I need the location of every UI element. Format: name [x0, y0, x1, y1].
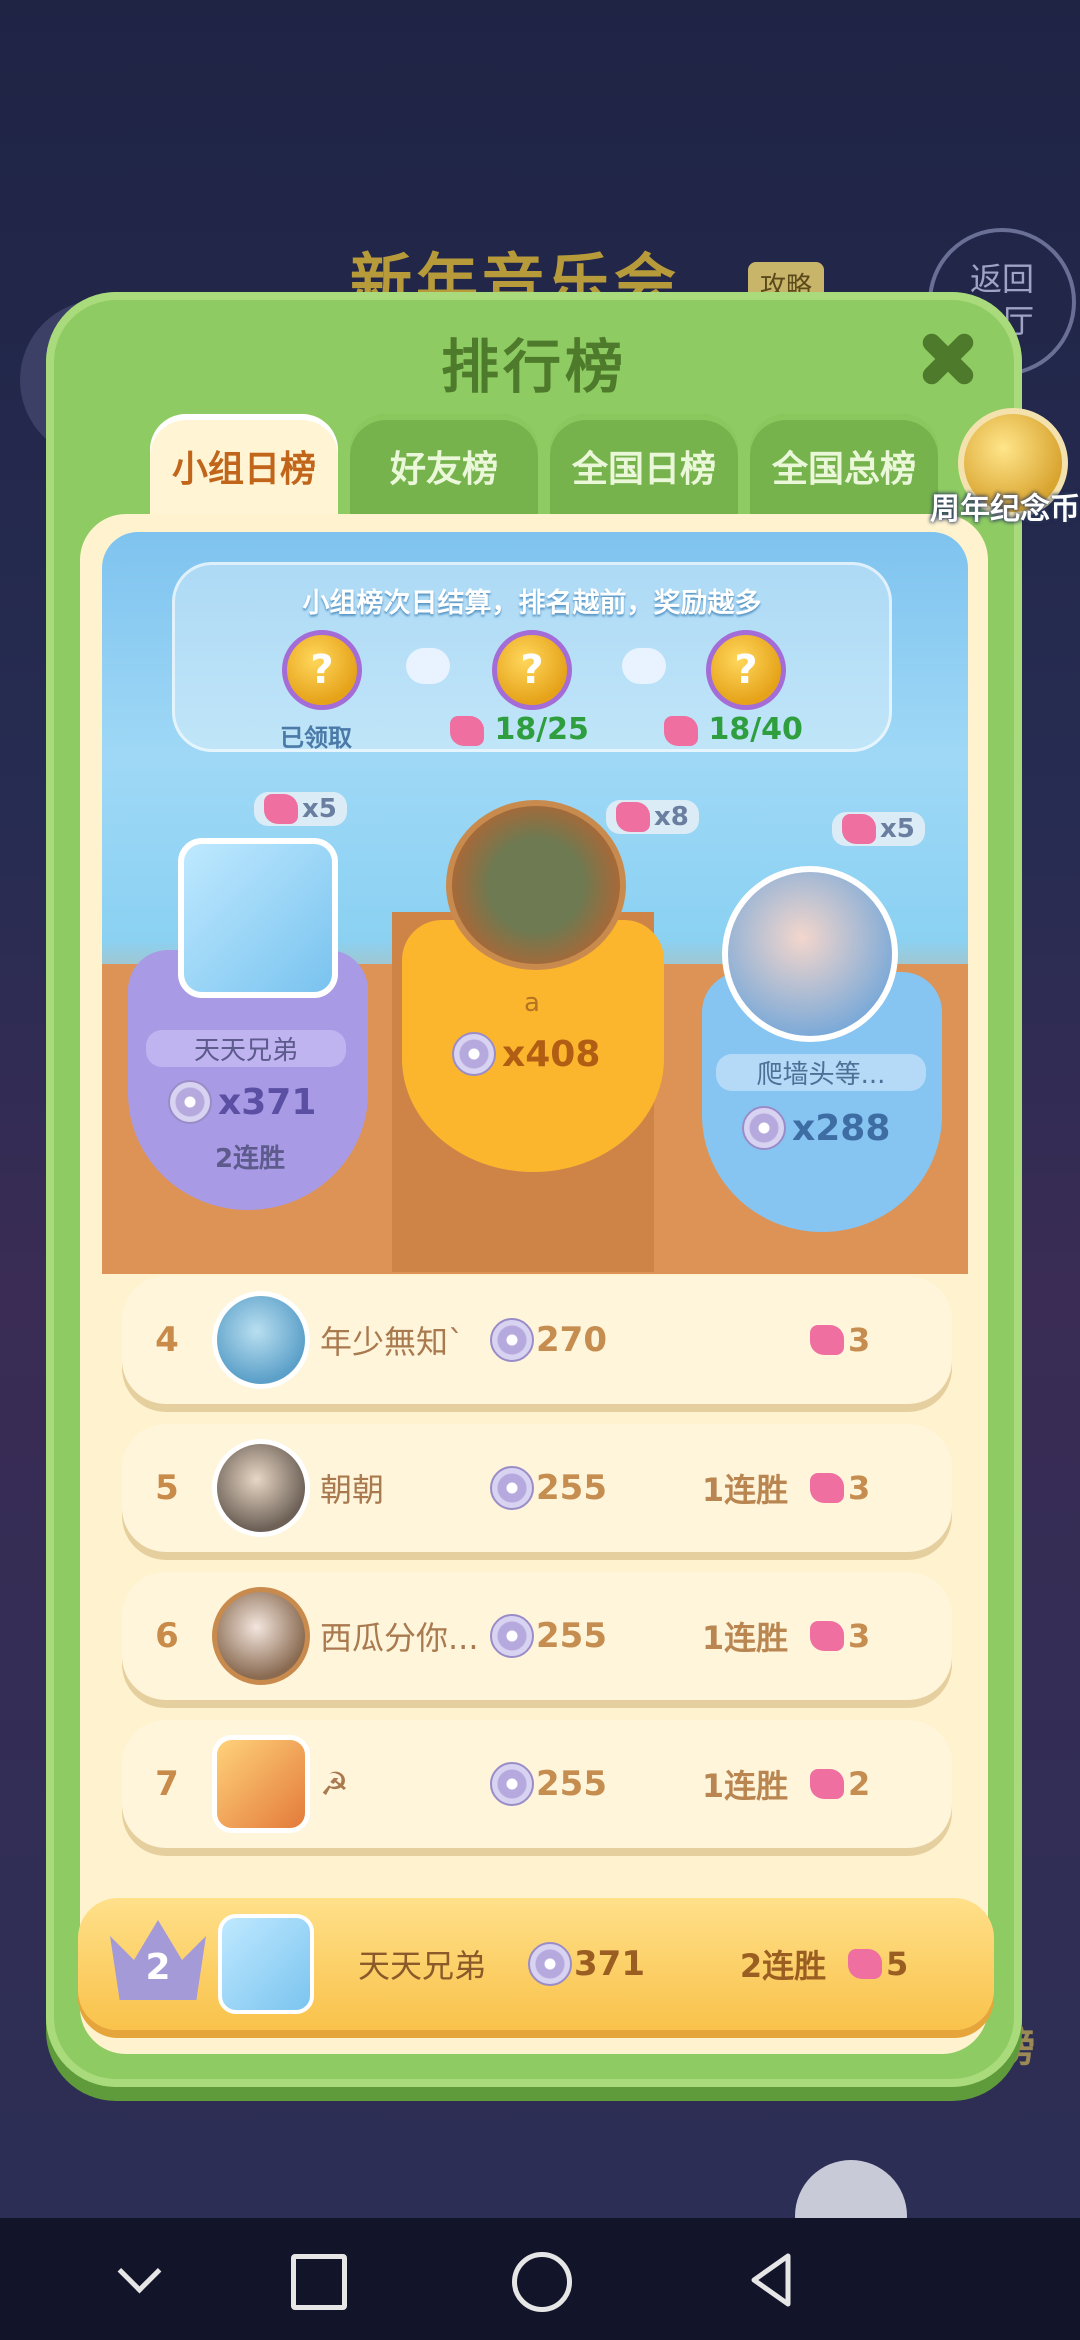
puzzle-piece-icon	[450, 715, 484, 746]
arrow-icon	[622, 648, 666, 684]
podium-third-pieces: x5	[832, 812, 925, 846]
tab-bar: 小组日榜 好友榜 全国日榜 全国总榜	[150, 414, 938, 518]
podium-third-avatar[interactable]	[722, 866, 898, 1042]
tab-friends[interactable]: 好友榜	[350, 414, 538, 518]
puzzle-piece-icon	[810, 1621, 844, 1651]
reward-info-text: 小组榜次日结算，排名越前，奖励越多	[302, 588, 762, 619]
my-avatar	[218, 1914, 314, 2014]
ranking-row-7[interactable]: 7 ☭ 255 1连胜 2	[122, 1720, 952, 1848]
disc-icon	[528, 1942, 572, 1986]
podium-first-pieces: x8	[606, 800, 699, 834]
my-name: 天天兄弟	[358, 1947, 487, 1985]
podium-second-score: x371	[168, 1080, 316, 1124]
back-icon[interactable]	[740, 2248, 804, 2312]
podium-first-name: a	[524, 988, 540, 1018]
tab-national-total[interactable]: 全国总榜	[750, 414, 938, 518]
close-icon[interactable]	[912, 322, 984, 394]
system-nav-bar	[0, 2218, 1080, 2340]
puzzle-piece-icon	[810, 1769, 844, 1799]
reward-chest-1[interactable]: ?	[282, 630, 362, 710]
reward-3-progress: 18/40	[664, 712, 803, 747]
podium-second-name: 天天兄弟	[146, 1030, 346, 1067]
disc-icon	[490, 1318, 534, 1362]
ranking-row-4[interactable]: 4 年少無知` 270 3	[122, 1276, 952, 1404]
reward-chest-2[interactable]: ?	[492, 630, 572, 710]
anniversary-coin-label: 周年纪念币	[930, 492, 1080, 527]
puzzle-piece-icon	[810, 1473, 844, 1503]
tab-national-daily[interactable]: 全国日榜	[550, 414, 738, 518]
my-score: 371	[528, 1942, 718, 1986]
podium-first-score: x408	[452, 1032, 600, 1076]
puzzle-piece-icon	[664, 715, 698, 746]
disc-icon	[168, 1080, 212, 1124]
my-ranking-row[interactable]: 天天兄弟 371 2连胜 5	[78, 1898, 994, 2030]
disc-icon	[452, 1032, 496, 1076]
tab-group-daily[interactable]: 小组日榜	[150, 414, 338, 518]
reward-1-status: 已领取	[280, 724, 352, 752]
disc-icon	[490, 1614, 534, 1658]
home-icon[interactable]	[508, 2248, 572, 2312]
reward-chest-3[interactable]: ?	[706, 630, 786, 710]
puzzle-piece-icon	[848, 1949, 882, 1979]
podium-second-avatar[interactable]	[178, 838, 338, 998]
ranking-row-5[interactable]: 5 朝朝 255 1连胜 3	[122, 1424, 952, 1552]
avatar	[212, 1587, 310, 1685]
disc-icon	[742, 1106, 786, 1150]
modal-title: 排行榜	[440, 333, 627, 401]
my-pieces: 5	[848, 1945, 928, 1983]
reward-2-progress: 18/25	[450, 712, 589, 747]
recent-apps-icon[interactable]	[285, 2248, 349, 2312]
avatar	[212, 1735, 310, 1833]
podium-third-score: x288	[742, 1106, 890, 1150]
chevron-down-icon[interactable]	[110, 2248, 174, 2312]
arrow-icon	[406, 648, 450, 684]
podium-first-avatar[interactable]	[446, 800, 626, 970]
disc-icon	[490, 1762, 534, 1806]
my-streak: 2连胜	[739, 1947, 827, 1985]
podium-third-name: 爬墙头等...	[716, 1054, 926, 1091]
avatar	[212, 1439, 310, 1537]
podium-second-pieces: x5	[254, 792, 347, 826]
avatar	[212, 1291, 310, 1389]
ranking-row-6[interactable]: 6 西瓜分你... 255 1连胜 3	[122, 1572, 952, 1700]
puzzle-piece-icon	[810, 1325, 844, 1355]
podium-second-streak: 2连胜	[214, 1144, 286, 1174]
disc-icon	[490, 1466, 534, 1510]
